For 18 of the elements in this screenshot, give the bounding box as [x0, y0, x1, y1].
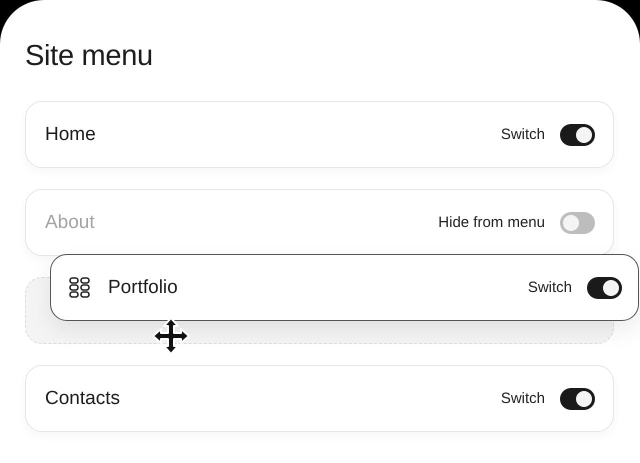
switch-label: Switch	[500, 390, 545, 407]
switch-label: Hide from menu	[438, 214, 545, 231]
panel-title: Site menu	[25, 40, 154, 73]
menu-item-label: Contacts	[45, 388, 121, 410]
dragged-menu-item[interactable]: Portfolio Switch	[50, 254, 639, 321]
switch-label: Switch	[528, 279, 572, 296]
menu-item-card[interactable]: Home Switch	[25, 101, 614, 168]
drag-handle-icon[interactable]	[69, 276, 91, 298]
menu-item-card[interactable]: About Hide from menu	[25, 189, 614, 256]
menu-item-label: Portfolio	[108, 276, 179, 298]
toggle-switch[interactable]	[560, 124, 595, 146]
menu-item-card[interactable]: Contacts Switch	[25, 365, 614, 432]
menu-item-label: About	[45, 212, 96, 234]
toggle-switch[interactable]	[587, 276, 622, 298]
switch-label: Switch	[500, 126, 545, 143]
toggle-switch[interactable]	[560, 388, 595, 410]
menu-item-label: Home	[45, 124, 97, 146]
toggle-switch[interactable]	[560, 212, 595, 234]
